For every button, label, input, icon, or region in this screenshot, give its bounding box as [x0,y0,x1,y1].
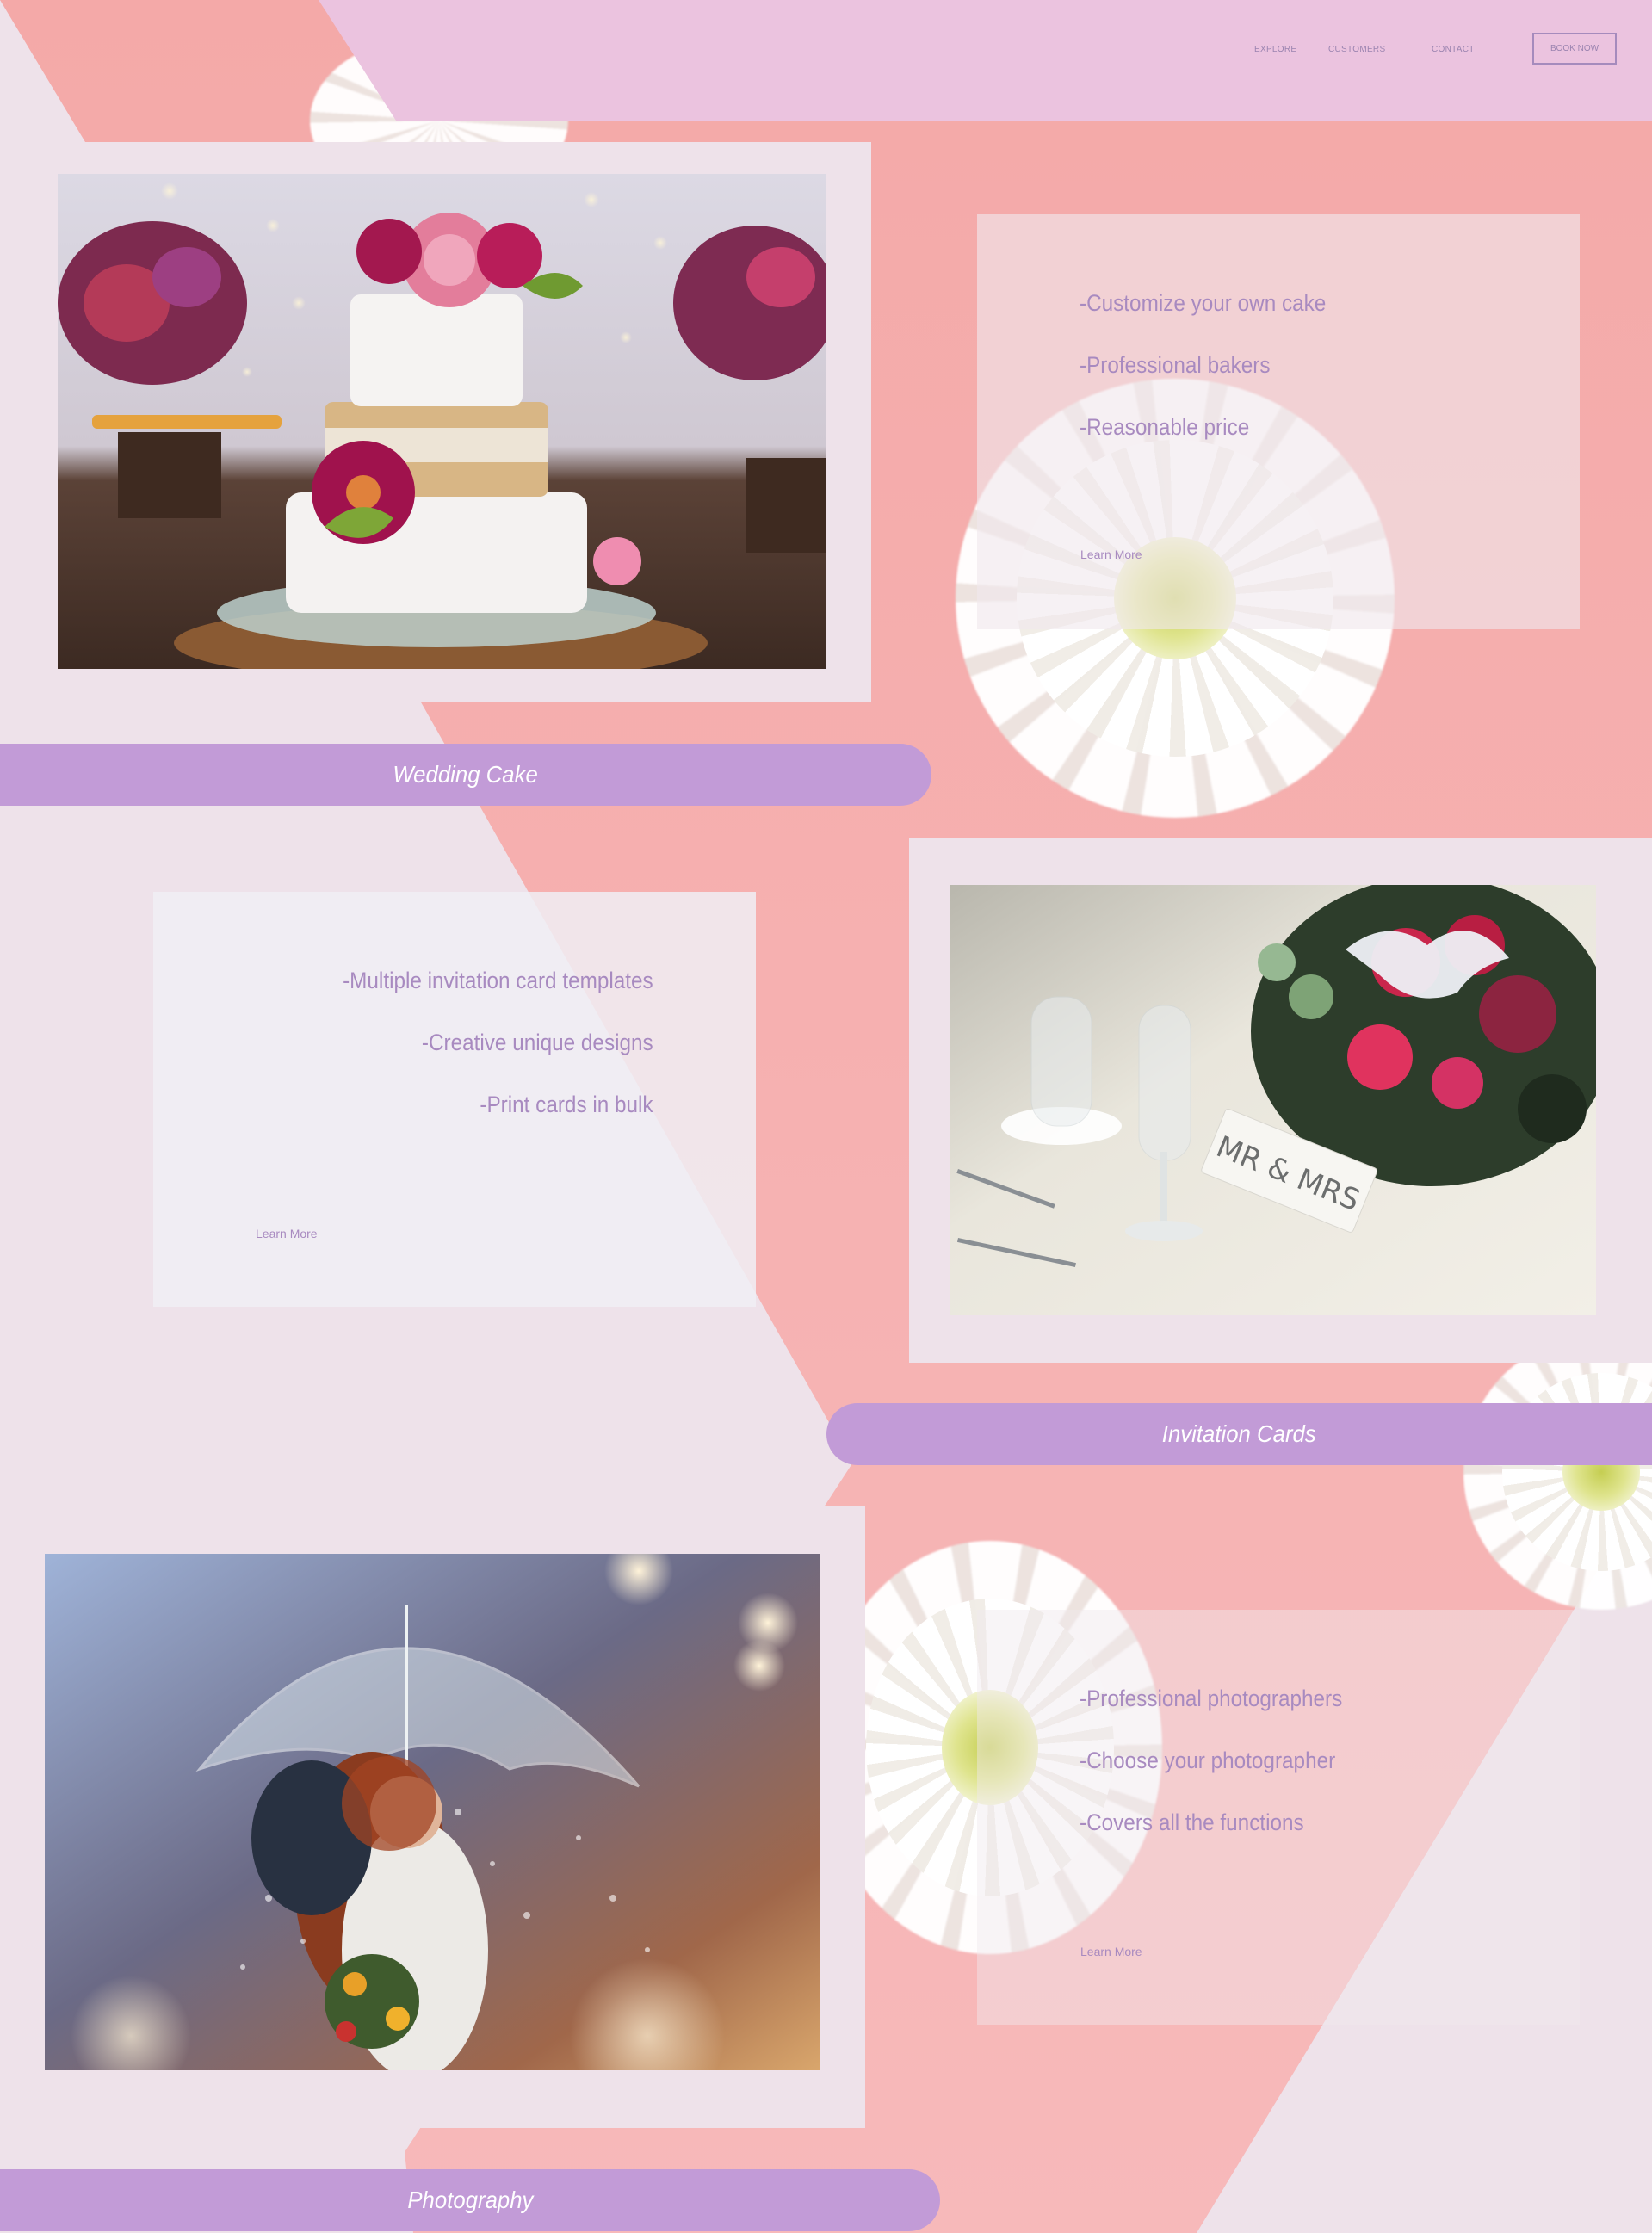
cake-feature-1: -Customize your own cake [1080,290,1327,316]
wedding-cake-label[interactable]: Wedding Cake [0,744,931,806]
photography-info-card: -Professional photographers -Choose your… [977,1610,1580,2025]
nav-contact[interactable]: CONTACT [1432,45,1475,54]
photography-title: Photography [406,2187,534,2213]
invitation-info-card: -Multiple invitation card templates -Cre… [153,892,756,1307]
couple-umbrella-image [45,1554,820,2070]
wedding-cake-title: Wedding Cake [393,761,539,788]
cake-info-card: -Customize your own cake -Professional b… [977,214,1580,629]
invitation-feature-2: -Creative unique designs [422,1030,653,1055]
nav-explore[interactable]: EXPLORE [1254,45,1296,54]
book-now-button[interactable]: BOOK NOW [1532,33,1617,65]
wedding-cake-image [58,174,826,669]
cake-feature-3: -Reasonable price [1080,414,1250,440]
photography-feature-3: -Covers all the functions [1080,1809,1304,1835]
photography-feature-2: -Choose your photographer [1080,1747,1336,1773]
invitation-cards-label[interactable]: Invitation Cards [826,1403,1652,1465]
nav-customers[interactable]: CUSTOMERS [1328,45,1385,54]
invitation-cards-title: Invitation Cards [1162,1420,1316,1447]
invitation-feature-3: -Print cards in bulk [480,1092,653,1117]
photography-label[interactable]: Photography [0,2169,940,2231]
photography-learn-more-link[interactable]: Learn More [1080,1945,1142,1958]
photography-photo [45,1554,820,2070]
photography-feature-1: -Professional photographers [1080,1686,1343,1711]
invitation-feature-1: -Multiple invitation card templates [343,968,653,993]
invitation-photo: MR & MRS [950,885,1596,1315]
invitation-table-image: MR & MRS [950,885,1596,1315]
cake-learn-more-link[interactable]: Learn More [1080,547,1142,561]
invitation-learn-more-link[interactable]: Learn More [256,1227,318,1240]
cake-feature-2: -Professional bakers [1080,352,1271,378]
cake-photo [58,174,826,669]
